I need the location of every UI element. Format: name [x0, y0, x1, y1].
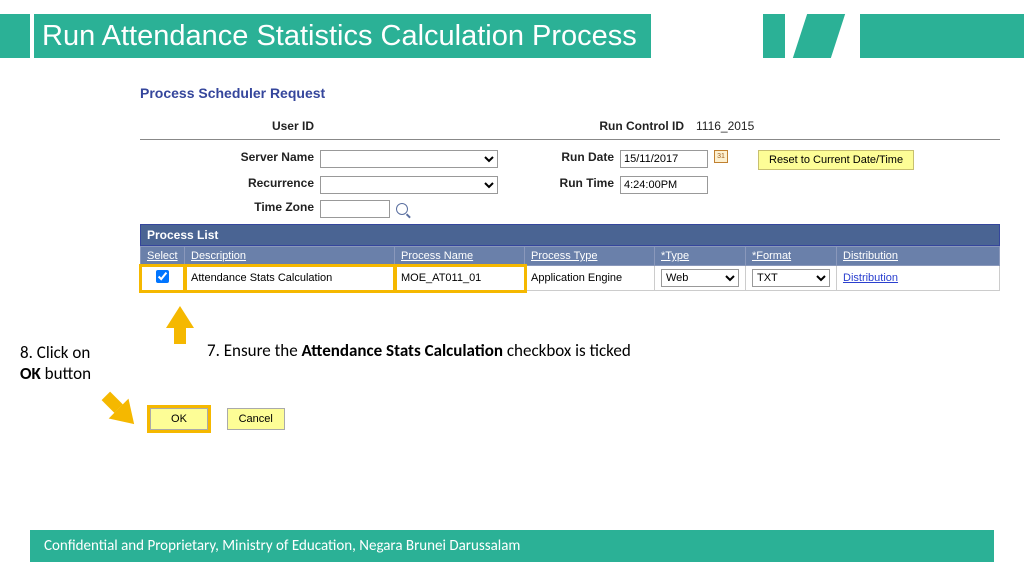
col-format[interactable]: *Format — [752, 250, 791, 262]
col-process-type[interactable]: Process Type — [531, 250, 597, 262]
search-icon[interactable] — [396, 203, 408, 215]
run-control-id-label: Run Control ID — [570, 119, 690, 133]
col-process-name[interactable]: Process Name — [401, 250, 473, 262]
row-description: Attendance Stats Calculation — [185, 266, 395, 291]
run-control-id-value: 1116_2015 — [690, 119, 754, 133]
content-area: Process Scheduler Request User ID Run Co… — [140, 85, 1000, 291]
slide-header: Run Attendance Statistics Calculation Pr… — [0, 14, 1024, 58]
calendar-icon[interactable]: 31 — [714, 150, 728, 163]
col-type[interactable]: *Type — [661, 250, 689, 262]
table-header-row: Select Description Process Name Process … — [141, 247, 1000, 266]
cancel-button[interactable]: Cancel — [227, 408, 285, 430]
process-list-header: Process List — [140, 224, 1000, 246]
user-id-label: User ID — [140, 119, 320, 133]
col-select[interactable]: Select — [147, 250, 178, 262]
recurrence-label: Recurrence — [140, 176, 320, 194]
reset-date-time-button[interactable]: Reset to Current Date/Time — [758, 150, 914, 170]
col-distribution[interactable]: Distribution — [843, 250, 898, 262]
time-zone-label: Time Zone — [140, 200, 320, 218]
time-zone-input[interactable] — [320, 200, 390, 218]
recurrence-select[interactable] — [320, 176, 498, 194]
type-select[interactable]: Web — [661, 269, 739, 287]
ok-button[interactable]: OK — [150, 408, 208, 430]
select-checkbox[interactable] — [156, 270, 169, 283]
slide-title: Run Attendance Statistics Calculation Pr… — [42, 20, 637, 53]
instruction-step7: 7. Ensure the Attendance Stats Calculati… — [207, 340, 631, 361]
section-title: Process Scheduler Request — [140, 85, 1000, 101]
row-process-type: Application Engine — [525, 266, 655, 291]
run-date-input[interactable] — [620, 150, 708, 168]
instruction-step8: 8. Click on OK button — [20, 342, 130, 384]
table-row: Attendance Stats Calculation MOE_AT011_0… — [141, 266, 1000, 291]
server-name-label: Server Name — [140, 150, 320, 170]
process-list-table: Select Description Process Name Process … — [140, 246, 1000, 291]
distribution-link[interactable]: Distribution — [843, 272, 898, 284]
run-date-label: Run Date — [538, 150, 620, 170]
col-description[interactable]: Description — [191, 250, 246, 262]
footer-text: Confidential and Proprietary, Ministry o… — [44, 537, 520, 555]
run-time-input[interactable] — [620, 176, 708, 194]
arrow-diag-icon — [96, 386, 144, 434]
button-row: OK Cancel — [150, 408, 285, 430]
footer-bar: Confidential and Proprietary, Ministry o… — [30, 530, 994, 562]
row-process-name: MOE_AT011_01 — [395, 266, 525, 291]
arrow-up-icon — [166, 306, 194, 328]
arrow-stem — [174, 326, 186, 344]
server-name-select[interactable] — [320, 150, 498, 168]
run-time-label: Run Time — [538, 176, 620, 194]
format-select[interactable]: TXT — [752, 269, 830, 287]
